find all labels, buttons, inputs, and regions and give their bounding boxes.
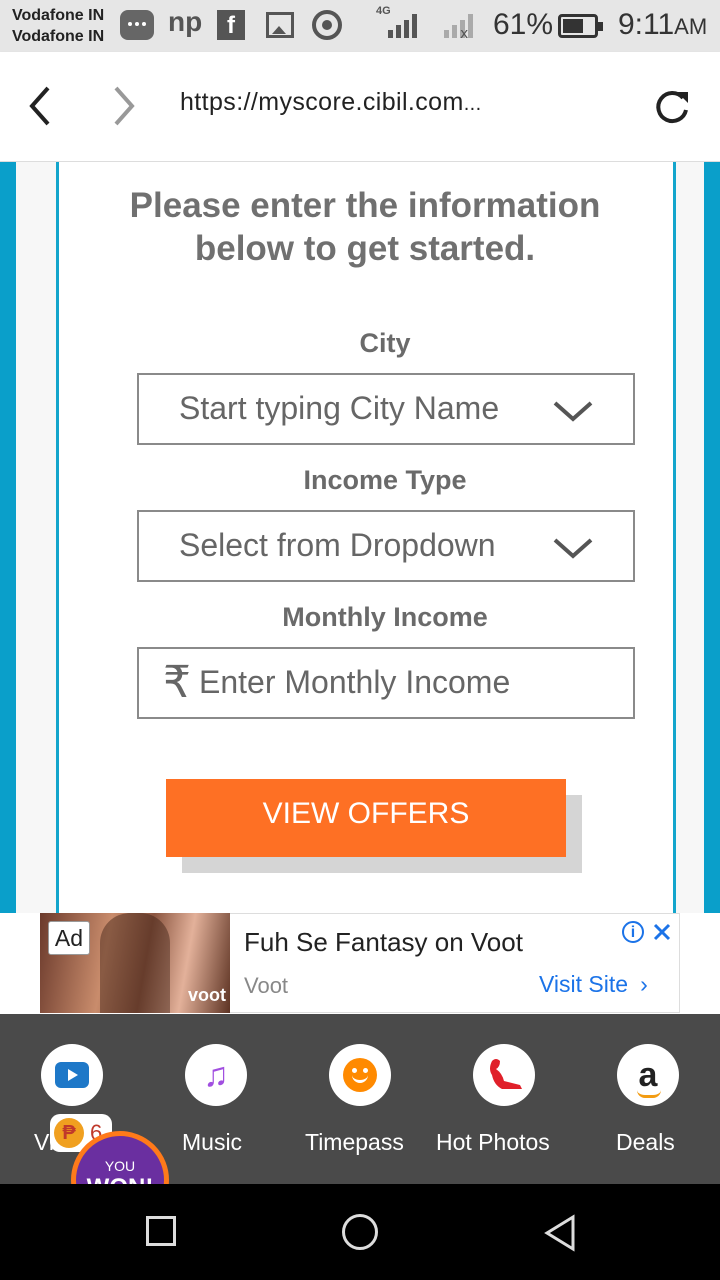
monthly-income-label: Monthly Income bbox=[282, 602, 488, 632]
city-placeholder: Start typing City Name bbox=[179, 390, 500, 426]
browser-toolbar: https://myscore.cibil.com... bbox=[0, 52, 720, 162]
system-nav-bar bbox=[0, 1184, 720, 1280]
view-offers-button[interactable]: VIEW OFFERS bbox=[166, 779, 566, 857]
status-bar: Vodafone IN Vodafone IN np f 4G x 61% 9:… bbox=[0, 0, 720, 52]
deals-app-label[interactable]: Deals bbox=[616, 1129, 675, 1156]
signal-strength-icon bbox=[388, 14, 417, 38]
income-type-dropdown[interactable]: Select from Dropdown bbox=[137, 510, 635, 582]
ad-source: Voot bbox=[244, 973, 289, 998]
back-nav-icon[interactable] bbox=[543, 1214, 577, 1252]
coin-icon: ₱ bbox=[54, 1118, 84, 1148]
back-arrow-icon[interactable] bbox=[26, 84, 56, 128]
city-dropdown[interactable]: Start typing City Name bbox=[137, 373, 635, 445]
ad-thumbnail-figure bbox=[100, 913, 170, 1013]
music-app-button[interactable]: ♫ bbox=[185, 1044, 247, 1106]
left-edge-accent bbox=[0, 162, 16, 913]
web-page: Please enter the information below to ge… bbox=[0, 162, 720, 913]
ad-banner[interactable]: Ad voot Fuh Se Fantasy on Voot Voot Visi… bbox=[0, 913, 720, 1014]
chevron-down-icon bbox=[553, 401, 593, 422]
music-note-icon: ♫ bbox=[203, 1055, 229, 1094]
income-type-label: Income Type bbox=[303, 465, 467, 495]
amazon-icon: a bbox=[636, 1058, 661, 1098]
smiley-icon bbox=[343, 1058, 377, 1092]
visit-site-link[interactable]: Visit Site › bbox=[539, 971, 648, 998]
signal-2-weak-icon: x bbox=[444, 14, 473, 38]
app-tray: Vi ♫ Music Timepass Hot Photos a Deals ₱… bbox=[0, 1014, 720, 1229]
carrier-1: Vodafone IN bbox=[12, 7, 105, 24]
ad-thumbnail[interactable]: Ad voot bbox=[40, 913, 230, 1013]
rupee-icon: ₹ bbox=[163, 658, 191, 707]
city-label: City bbox=[359, 328, 411, 358]
intro-heading: Please enter the information below to ge… bbox=[129, 186, 601, 268]
ad-title[interactable]: Fuh Se Fantasy on Voot bbox=[244, 927, 523, 958]
chevron-right-icon: › bbox=[640, 971, 648, 997]
chrome-notification-icon bbox=[312, 10, 342, 40]
facebook-notification-icon: f bbox=[217, 10, 245, 40]
battery-percent: 61% bbox=[493, 8, 554, 41]
monthly-income-placeholder: Enter Monthly Income bbox=[199, 664, 511, 700]
timepass-app-button[interactable] bbox=[329, 1044, 391, 1106]
carrier-2: Vodafone IN bbox=[12, 28, 105, 45]
video-app-button[interactable] bbox=[41, 1044, 103, 1106]
recent-apps-icon[interactable] bbox=[146, 1216, 176, 1246]
battery-icon bbox=[558, 14, 603, 38]
refresh-icon[interactable] bbox=[652, 86, 692, 126]
status-clock: 9:11AM bbox=[618, 8, 708, 41]
video-play-icon bbox=[55, 1062, 89, 1088]
forward-arrow-icon[interactable] bbox=[108, 84, 138, 128]
monthly-income-input[interactable]: ₹ Enter Monthly Income bbox=[137, 647, 635, 719]
svg-text:x: x bbox=[460, 26, 468, 38]
right-edge-accent bbox=[704, 162, 720, 913]
deals-app-button[interactable]: a bbox=[617, 1044, 679, 1106]
chat-notification-icon bbox=[120, 10, 154, 40]
pinup-silhouette-icon bbox=[490, 1059, 522, 1089]
hot-photos-app-label[interactable]: Hot Photos bbox=[436, 1129, 550, 1156]
income-type-placeholder: Select from Dropdown bbox=[179, 527, 496, 563]
ad-info-icon[interactable]: i bbox=[622, 921, 644, 943]
ad-brand-logo: voot bbox=[188, 985, 226, 1005]
ad-close-icon[interactable] bbox=[652, 922, 672, 942]
hot-photos-app-button[interactable] bbox=[473, 1044, 535, 1106]
ad-badge: Ad bbox=[48, 921, 90, 955]
app-notification-icon: np bbox=[168, 6, 203, 37]
home-icon[interactable] bbox=[342, 1214, 378, 1250]
chevron-down-icon bbox=[553, 538, 593, 559]
url-field[interactable]: https://myscore.cibil.com... bbox=[180, 88, 482, 117]
timepass-app-label[interactable]: Timepass bbox=[305, 1129, 404, 1156]
gallery-notification-icon bbox=[266, 12, 294, 38]
music-app-label[interactable]: Music bbox=[182, 1129, 242, 1156]
